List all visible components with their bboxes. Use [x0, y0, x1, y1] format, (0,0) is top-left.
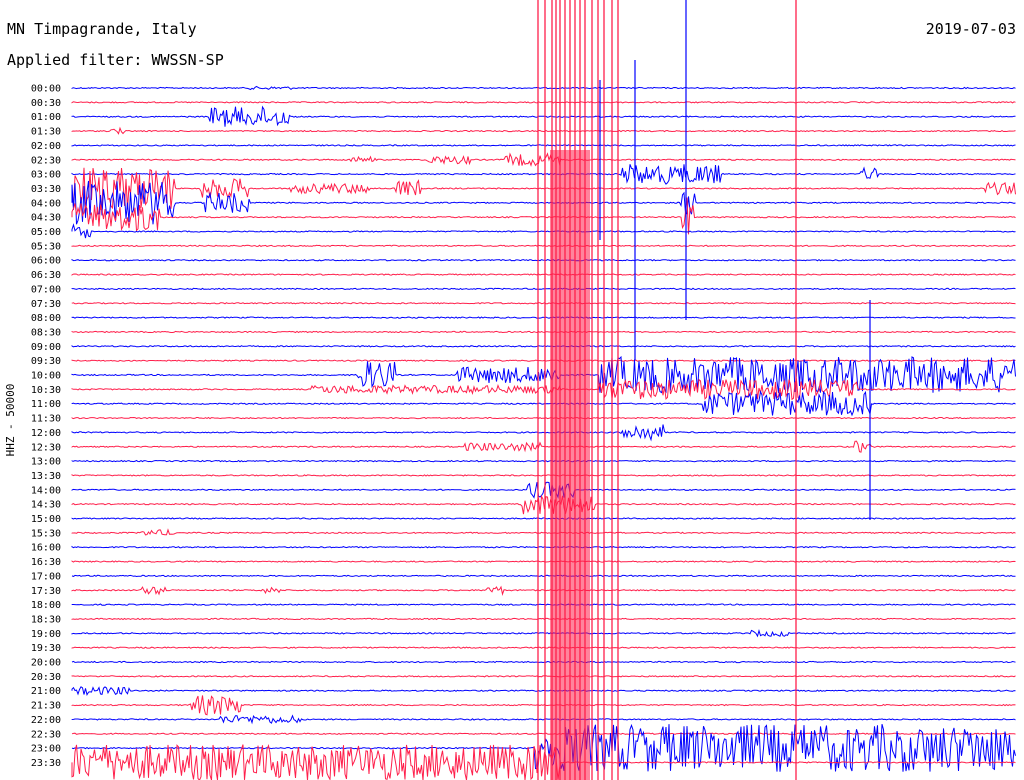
row-label: 09:00 — [31, 342, 61, 353]
row-label: 07:00 — [31, 284, 61, 295]
row-label: 21:30 — [31, 701, 61, 712]
row-label: 22:00 — [31, 715, 61, 726]
row-label: 18:30 — [31, 614, 61, 625]
row-label: 00:00 — [31, 84, 61, 95]
trace-row-1500 — [71, 517, 1016, 520]
row-label: 02:00 — [31, 141, 61, 152]
trace-row-0630 — [71, 273, 1016, 276]
row-label: 06:30 — [31, 270, 61, 281]
trace-row-2000 — [71, 660, 1016, 664]
trace-row-2330 — [71, 743, 1016, 780]
seismic-traces — [71, 85, 1016, 780]
row-label: 04:30 — [31, 213, 61, 224]
trace-row-1530 — [71, 528, 1016, 536]
row-label: 19:30 — [31, 643, 61, 654]
row-label: 15:30 — [31, 528, 61, 539]
row-label: 09:30 — [31, 356, 61, 367]
trace-row-0200 — [71, 144, 1016, 147]
row-label: 02:30 — [31, 155, 61, 166]
trace-row-0900 — [71, 345, 1016, 348]
trace-row-0800 — [71, 316, 1016, 319]
row-label: 05:00 — [31, 227, 61, 238]
row-label: 10:30 — [31, 385, 61, 396]
trace-row-1400 — [71, 481, 1016, 499]
trace-row-0930 — [71, 359, 1016, 362]
saturation-block — [550, 150, 590, 780]
trace-row-0500 — [71, 223, 1016, 239]
trace-row-0130 — [71, 126, 1016, 135]
trace-row-1730 — [71, 585, 1016, 596]
row-label: 08:00 — [31, 313, 61, 324]
row-label: 20:00 — [31, 658, 61, 669]
trace-row-0730 — [71, 302, 1016, 305]
row-labels: 00:00 00:30 01:00 01:30 02:00 02:30 03:00 03:30… — [31, 84, 61, 769]
row-label: 17:00 — [31, 571, 61, 582]
trace-row-1600 — [71, 545, 1016, 549]
row-label: 21:00 — [31, 686, 61, 697]
row-label: 01:00 — [31, 112, 61, 123]
row-label: 17:30 — [31, 586, 61, 597]
trace-row-1800 — [71, 603, 1016, 606]
row-label: 08:30 — [31, 327, 61, 338]
row-label: 20:30 — [31, 672, 61, 683]
row-label: 14:00 — [31, 485, 61, 496]
trace-row-0600 — [71, 258, 1016, 262]
trace-row-0100 — [71, 105, 1016, 127]
row-label: 00:30 — [31, 98, 61, 109]
seismogram-plot: 00:00 00:30 01:00 01:30 02:00 02:30 03:00 03:30… — [31, 0, 1016, 780]
trace-row-1900 — [71, 629, 1016, 638]
row-label: 22:30 — [31, 729, 61, 740]
trace-row-1230 — [71, 440, 1016, 453]
trace-row-1700 — [71, 574, 1016, 578]
trace-row-2100 — [71, 686, 1016, 697]
row-label: 04:00 — [31, 198, 61, 209]
row-label: 16:00 — [31, 543, 61, 554]
trace-row-2030 — [71, 675, 1016, 678]
row-label: 03:30 — [31, 184, 61, 195]
row-label: 16:30 — [31, 557, 61, 568]
trace-row-2130 — [71, 695, 1016, 716]
row-label: 12:30 — [31, 442, 61, 453]
trace-row-0030 — [71, 101, 1016, 104]
row-label: 07:30 — [31, 299, 61, 310]
row-label: 15:00 — [31, 514, 61, 525]
trace-row-2200 — [71, 714, 1016, 725]
row-label: 11:00 — [31, 399, 61, 410]
row-label: 11:30 — [31, 414, 61, 425]
trace-row-1330 — [71, 474, 1016, 477]
trace-row-1300 — [71, 459, 1016, 463]
row-label: 23:00 — [31, 744, 61, 755]
trace-row-0530 — [71, 244, 1016, 247]
trace-row-1000 — [71, 355, 1016, 394]
row-label: 13:00 — [31, 457, 61, 468]
row-label: 03:00 — [31, 170, 61, 181]
trace-row-0230 — [71, 152, 1016, 167]
row-label: 13:30 — [31, 471, 61, 482]
row-label: 19:00 — [31, 629, 61, 640]
row-label: 05:30 — [31, 241, 61, 252]
trace-row-1130 — [71, 416, 1016, 420]
trace-row-1930 — [71, 646, 1016, 649]
trace-row-0830 — [71, 330, 1016, 334]
row-label: 06:00 — [31, 256, 61, 267]
row-label: 18:00 — [31, 600, 61, 611]
trace-row-1830 — [71, 617, 1016, 621]
row-label: 01:30 — [31, 127, 61, 138]
trace-row-1100 — [71, 390, 1016, 417]
trace-row-1430 — [71, 494, 1016, 515]
row-label: 23:30 — [31, 758, 61, 769]
row-label: 14:30 — [31, 500, 61, 511]
row-label: 12:00 — [31, 428, 61, 439]
trace-row-1200 — [71, 424, 1016, 442]
trace-row-0000 — [71, 85, 1016, 91]
trace-row-0700 — [71, 287, 1016, 291]
trace-row-1630 — [71, 560, 1016, 563]
row-label: 10:00 — [31, 371, 61, 382]
